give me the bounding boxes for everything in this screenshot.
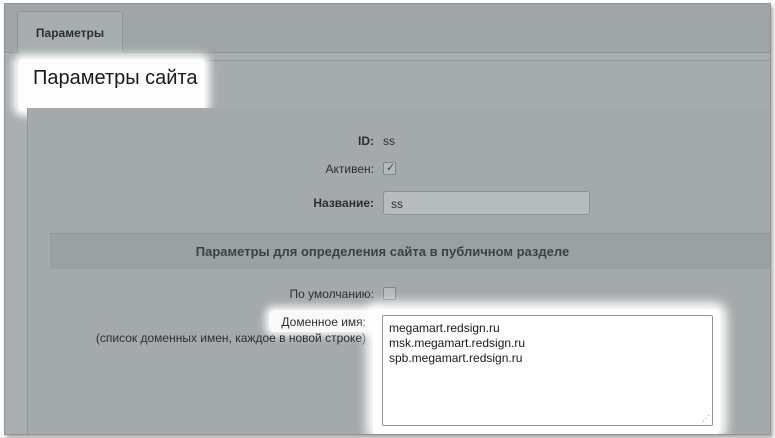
name-label: Название:	[313, 196, 374, 210]
default-label: По умолчанию:	[289, 287, 375, 301]
domain-line: spb.megamart.redsign.ru	[389, 351, 523, 365]
settings-window: Параметры Параметры сайта ID: ss Активен…	[4, 3, 771, 435]
checkmark-icon: ✓	[386, 162, 396, 174]
page-title: Параметры сайта	[33, 67, 198, 89]
resize-grip-icon[interactable]: ⋰	[702, 415, 710, 423]
section-header: Параметры для определения сайта в публич…	[50, 233, 770, 269]
id-label: ID:	[358, 134, 374, 148]
domain-line: msk.megamart.redsign.ru	[389, 336, 526, 350]
tab-bar: Параметры	[5, 4, 770, 53]
id-value: ss	[383, 134, 395, 148]
default-checkbox[interactable]	[383, 287, 396, 300]
domain-textarea[interactable]: megamart.redsign.ru msk.megamart.redsign…	[382, 315, 713, 426]
name-input[interactable]: ss	[383, 191, 590, 215]
tab-parameters[interactable]: Параметры	[17, 11, 123, 53]
active-checkbox[interactable]: ✓	[383, 162, 396, 175]
domain-label: Доменное имя:	[281, 315, 366, 329]
domain-hint: (список доменных имен, каждое в новой ст…	[95, 331, 366, 345]
section-title: Параметры для определения сайта в публич…	[195, 244, 570, 259]
domain-line: megamart.redsign.ru	[389, 321, 500, 335]
active-label: Активен:	[325, 162, 374, 176]
